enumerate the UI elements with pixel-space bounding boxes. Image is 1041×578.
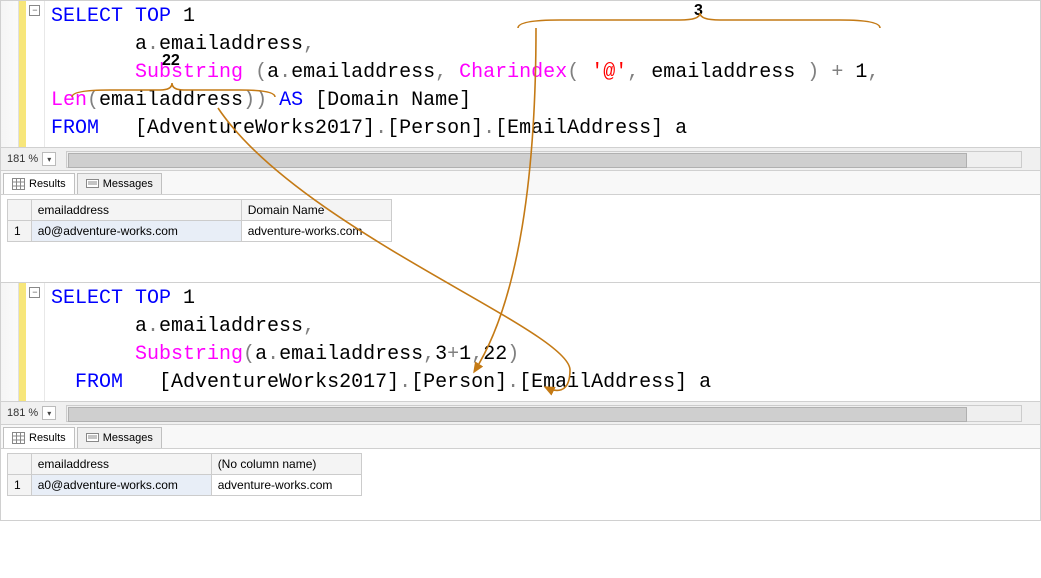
tab-messages-label: Messages bbox=[103, 432, 153, 444]
row-number[interactable]: 1 bbox=[8, 475, 32, 496]
messages-icon bbox=[86, 178, 99, 190]
messages-icon bbox=[86, 432, 99, 444]
fold-minus-icon[interactable]: − bbox=[29, 287, 40, 298]
col-header-noname[interactable]: (No column name) bbox=[211, 454, 361, 475]
top-code-text[interactable]: SELECT TOP 1 a.emailaddress, Substring (… bbox=[45, 1, 1040, 147]
col-header-email[interactable]: emailaddress bbox=[31, 454, 211, 475]
tab-results[interactable]: Results bbox=[3, 173, 75, 194]
top-zoom-value: 181 % bbox=[1, 153, 42, 165]
row-header-blank bbox=[8, 200, 32, 221]
top-horizontal-scrollbar[interactable] bbox=[66, 151, 1022, 168]
editor-gutter: − bbox=[1, 283, 45, 401]
tab-results[interactable]: Results bbox=[3, 427, 75, 448]
col-header-domain[interactable]: Domain Name bbox=[241, 200, 391, 221]
tab-messages-label: Messages bbox=[103, 178, 153, 190]
zoom-dropdown-icon[interactable]: ▾ bbox=[42, 406, 56, 420]
bottom-zoom-bar: 181 % ▾ bbox=[0, 402, 1041, 425]
fold-minus-icon[interactable]: − bbox=[29, 5, 40, 16]
cell-domain[interactable]: adventure-works.com bbox=[241, 221, 391, 242]
grid-icon bbox=[12, 178, 25, 190]
top-results-grid[interactable]: emailaddress Domain Name 1 a0@adventure-… bbox=[0, 195, 1041, 283]
col-header-email[interactable]: emailaddress bbox=[31, 200, 241, 221]
tab-messages[interactable]: Messages bbox=[77, 427, 162, 448]
cell-email[interactable]: a0@adventure-works.com bbox=[31, 475, 211, 496]
grid-icon bbox=[12, 432, 25, 444]
bottom-code-editor[interactable]: − SELECT TOP 1 a.emailaddress, Substring… bbox=[0, 283, 1041, 402]
tab-results-label: Results bbox=[29, 432, 66, 444]
top-result-tabs: Results Messages bbox=[0, 171, 1041, 195]
bottom-zoom-value: 181 % bbox=[1, 407, 42, 419]
bottom-code-text[interactable]: SELECT TOP 1 a.emailaddress, Substring(a… bbox=[45, 283, 1040, 401]
cell-email[interactable]: a0@adventure-works.com bbox=[31, 221, 241, 242]
bottom-result-tabs: Results Messages bbox=[0, 425, 1041, 449]
top-zoom-bar: 181 % ▾ bbox=[0, 148, 1041, 171]
zoom-dropdown-icon[interactable]: ▾ bbox=[42, 152, 56, 166]
row-number[interactable]: 1 bbox=[8, 221, 32, 242]
row-header-blank bbox=[8, 454, 32, 475]
editor-gutter: − bbox=[1, 1, 45, 147]
top-code-editor[interactable]: − SELECT TOP 1 a.emailaddress, Substring… bbox=[0, 0, 1041, 148]
bottom-results-grid[interactable]: emailaddress (No column name) 1 a0@adven… bbox=[0, 449, 1041, 521]
cell-domain[interactable]: adventure-works.com bbox=[211, 475, 361, 496]
bottom-horizontal-scrollbar[interactable] bbox=[66, 405, 1022, 422]
tab-messages[interactable]: Messages bbox=[77, 173, 162, 194]
tab-results-label: Results bbox=[29, 178, 66, 190]
